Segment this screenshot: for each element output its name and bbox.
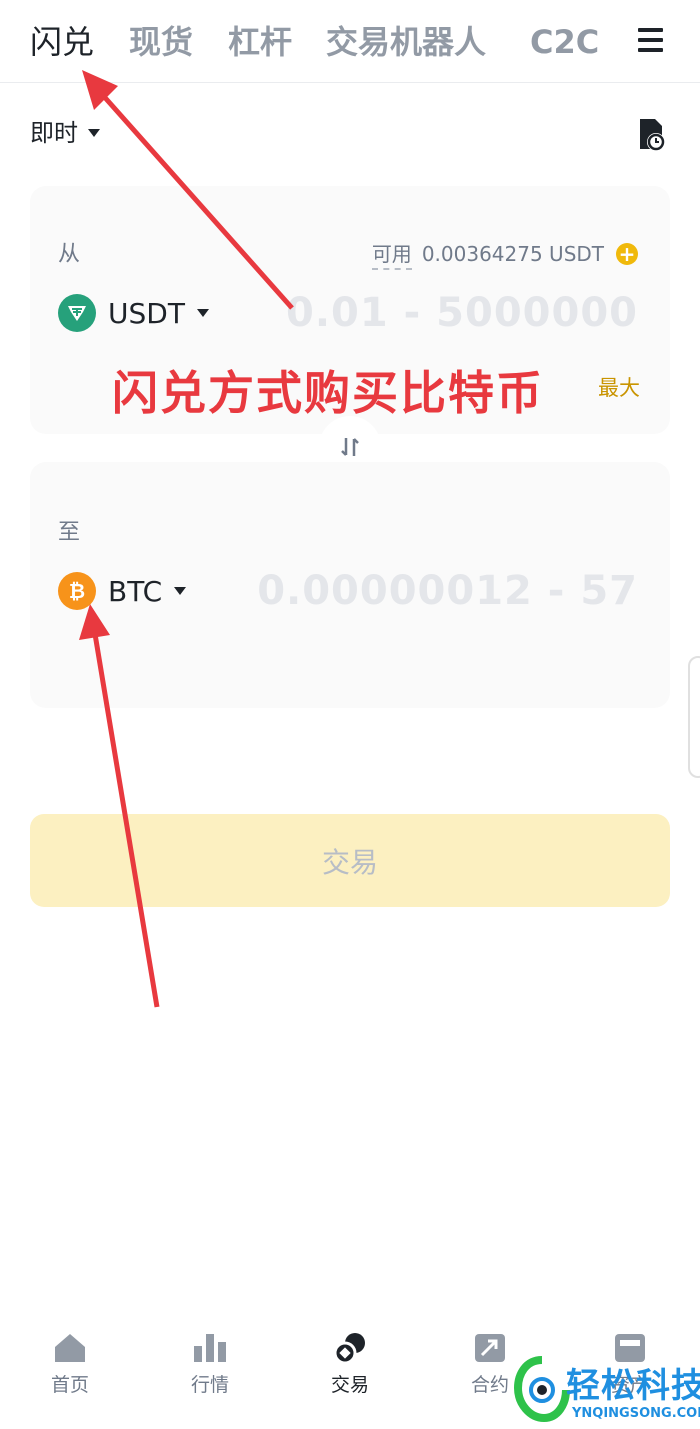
- order-history-icon[interactable]: [638, 117, 666, 151]
- available-label[interactable]: 可用: [371, 238, 412, 270]
- from-coin-label: USDT: [108, 296, 185, 330]
- nav-label: 行情: [190, 1374, 229, 1396]
- caret-down-icon: [174, 587, 187, 595]
- caret-down-icon: [88, 129, 100, 137]
- watermark: 轻松科技 YNQINGSONG.COM: [512, 1354, 700, 1429]
- to-label: 至: [58, 520, 81, 545]
- from-coin-selector[interactable]: USDT: [58, 294, 209, 332]
- to-coin-selector[interactable]: ₿ BTC: [58, 572, 187, 610]
- home-icon: [55, 1334, 85, 1362]
- markets-icon: [194, 1334, 226, 1362]
- usdt-icon: [58, 294, 96, 332]
- watermark-text: 轻松科技: [566, 1366, 700, 1406]
- tab-spot[interactable]: 现货: [129, 18, 193, 66]
- tab-convert[interactable]: 闪兑: [30, 18, 94, 66]
- trade-icon: [333, 1333, 365, 1364]
- from-label: 从: [58, 242, 81, 267]
- tab-margin[interactable]: 杠杆: [228, 18, 292, 66]
- tab-c2c[interactable]: C2C: [530, 18, 599, 66]
- nav-label: 首页: [50, 1374, 89, 1396]
- available-value: 0.00364275 USDT: [421, 242, 604, 266]
- add-funds-icon[interactable]: +: [616, 243, 638, 265]
- nav-item-trade[interactable]: 交易: [310, 1332, 390, 1397]
- annotation-text: 闪兑方式购买比特币: [112, 366, 544, 420]
- to-card: 至 ₿ BTC 0.00000012 - 57: [30, 462, 670, 708]
- from-amount-input[interactable]: 0.01 - 5000000: [286, 290, 638, 336]
- to-amount-input[interactable]: 0.00000012 - 57: [257, 568, 638, 614]
- btc-icon: ₿: [58, 572, 96, 610]
- nav-item-markets[interactable]: 行情: [170, 1332, 250, 1397]
- watermark-subtext: YNQINGSONG.COM: [572, 1406, 700, 1421]
- tab-trading-bots[interactable]: 交易机器人: [326, 18, 486, 66]
- watermark-logo-icon: [513, 1356, 570, 1423]
- mode-label: 即时: [30, 119, 78, 147]
- swap-arrows-icon: [341, 438, 359, 456]
- trade-button[interactable]: 交易: [30, 814, 670, 907]
- to-coin-label: BTC: [108, 574, 163, 608]
- futures-icon: [475, 1334, 505, 1362]
- menu-icon[interactable]: [636, 26, 666, 54]
- nav-item-home[interactable]: 首页: [30, 1332, 110, 1397]
- caret-down-icon: [196, 309, 209, 317]
- available-balance: 可用 0.00364275 USDT +: [371, 238, 638, 270]
- scroll-handle[interactable]: [688, 656, 700, 778]
- max-button[interactable]: 最大: [598, 372, 640, 402]
- mode-selector[interactable]: 即时: [30, 117, 100, 149]
- nav-label: 交易: [330, 1374, 369, 1396]
- top-navigation: 闪兑 现货 杠杆 交易机器人 C2C: [0, 0, 700, 83]
